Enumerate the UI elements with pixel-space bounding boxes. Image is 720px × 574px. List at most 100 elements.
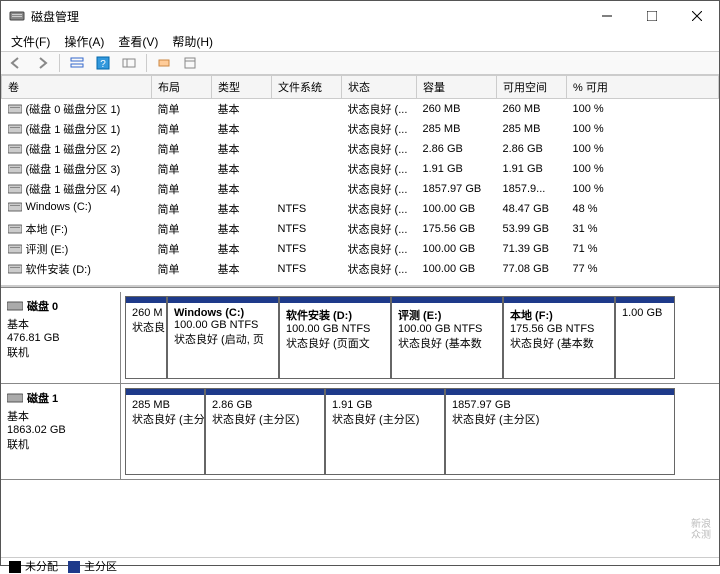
partition-status: 状态良	[132, 319, 160, 335]
table-row[interactable]: (磁盘 1 磁盘分区 3)简单基本状态良好 (...1.91 GB1.91 GB…	[2, 159, 719, 179]
col-volume[interactable]: 卷	[2, 76, 152, 99]
view-graphical-button[interactable]	[118, 52, 140, 74]
volume-name: (磁盘 1 磁盘分区 2)	[26, 141, 121, 157]
volume-icon	[8, 164, 22, 174]
cell-pct: 100 %	[567, 99, 719, 120]
partition[interactable]: 软件安装 (D:)100.00 GB NTFS状态良好 (页面文	[279, 296, 391, 379]
column-header-row[interactable]: 卷 布局 类型 文件系统 状态 容量 可用空间 % 可用	[2, 76, 719, 99]
partition[interactable]: 本地 (F:)175.56 GB NTFS状态良好 (基本数	[503, 296, 615, 379]
volume-name: (磁盘 1 磁盘分区 3)	[26, 161, 121, 177]
table-row[interactable]: 本地 (F:)简单基本NTFS状态良好 (...175.56 GB53.99 G…	[2, 219, 719, 239]
cell-status: 状态良好 (...	[342, 99, 417, 120]
cell-type: 基本	[212, 179, 272, 199]
close-button[interactable]	[674, 1, 719, 31]
refresh-button[interactable]	[179, 52, 201, 74]
cell-type: 基本	[212, 219, 272, 239]
cell-capacity: 285 MB	[417, 119, 497, 139]
partition-stripe	[126, 389, 204, 395]
cell-layout: 简单	[152, 239, 212, 259]
volume-icon	[8, 224, 22, 234]
app-icon	[9, 8, 25, 24]
maximize-button[interactable]	[629, 1, 674, 31]
table-row[interactable]: 评测 (E:)简单基本NTFS状态良好 (...100.00 GB71.39 G…	[2, 239, 719, 259]
view-list-button[interactable]	[66, 52, 88, 74]
partition[interactable]: 1857.97 GB状态良好 (主分区)	[445, 388, 675, 475]
disk-graphical-pane[interactable]: 磁盘 0 基本 476.81 GB 联机 260 M状态良Windows (C:…	[1, 287, 719, 557]
partition[interactable]: 285 MB状态良好 (主分	[125, 388, 205, 475]
cell-layout: 简单	[152, 99, 212, 120]
menu-view[interactable]: 查看(V)	[112, 31, 164, 52]
partition-size: 1.91 GB	[332, 399, 438, 411]
cell-type: 基本	[212, 159, 272, 179]
col-status[interactable]: 状态	[342, 76, 417, 99]
partition-stripe	[206, 389, 324, 395]
disk-size: 476.81 GB	[7, 332, 114, 344]
col-free[interactable]: 可用空间	[497, 76, 567, 99]
cell-type: 基本	[212, 139, 272, 159]
legend-primary: 主分区	[68, 558, 117, 574]
partition-status: 状态良好 (主分区)	[212, 411, 318, 427]
partition-size: 285 MB	[132, 399, 198, 411]
disk-header-0[interactable]: 磁盘 0 基本 476.81 GB 联机	[1, 292, 121, 383]
cell-status: 状态良好 (...	[342, 119, 417, 139]
partition[interactable]: 2.86 GB状态良好 (主分区)	[205, 388, 325, 475]
table-row[interactable]: Windows (C:)简单基本NTFS状态良好 (...100.00 GB48…	[2, 199, 719, 219]
partition[interactable]: 1.91 GB状态良好 (主分区)	[325, 388, 445, 475]
partition[interactable]: 评测 (E:)100.00 GB NTFS状态良好 (基本数	[391, 296, 503, 379]
cell-capacity: 2.86 GB	[417, 139, 497, 159]
toolbar-separator	[59, 54, 60, 72]
svg-text:?: ?	[100, 59, 106, 70]
partition-title: 本地 (F:)	[510, 307, 608, 323]
table-row[interactable]: (磁盘 0 磁盘分区 1)简单基本状态良好 (...260 MB260 MB10…	[2, 99, 719, 120]
cell-fs	[272, 179, 342, 199]
properties-button[interactable]	[153, 52, 175, 74]
table-row[interactable]: (磁盘 1 磁盘分区 1)简单基本状态良好 (...285 MB285 MB10…	[2, 119, 719, 139]
disk-header-1[interactable]: 磁盘 1 基本 1863.02 GB 联机	[1, 384, 121, 479]
disk-type: 基本	[7, 316, 114, 332]
disk-status: 联机	[7, 436, 114, 452]
col-layout[interactable]: 布局	[152, 76, 212, 99]
disk-partitions-1: 285 MB状态良好 (主分2.86 GB状态良好 (主分区)1.91 GB状态…	[121, 384, 719, 479]
cell-status: 状态良好 (...	[342, 159, 417, 179]
disk-status: 联机	[7, 344, 114, 360]
partition-status: 状态良好 (主分区)	[452, 411, 668, 427]
col-type[interactable]: 类型	[212, 76, 272, 99]
cell-layout: 简单	[152, 179, 212, 199]
cell-pct: 100 %	[567, 179, 719, 199]
cell-layout: 简单	[152, 199, 212, 219]
volume-name: 本地 (F:)	[26, 221, 68, 237]
table-row[interactable]: (磁盘 1 磁盘分区 4)简单基本状态良好 (...1857.97 GB1857…	[2, 179, 719, 199]
partition[interactable]: 1.00 GB	[615, 296, 675, 379]
menu-action[interactable]: 操作(A)	[58, 31, 110, 52]
disk-name: 磁盘 1	[27, 390, 58, 406]
titlebar[interactable]: 磁盘管理	[1, 1, 719, 31]
cell-capacity: 100.00 GB	[417, 259, 497, 279]
table-row[interactable]: (磁盘 1 磁盘分区 2)简单基本状态良好 (...2.86 GB2.86 GB…	[2, 139, 719, 159]
partition-status: 状态良好 (基本数	[510, 335, 608, 351]
col-pctfree[interactable]: % 可用	[567, 76, 719, 99]
volume-list-pane[interactable]: 卷 布局 类型 文件系统 状态 容量 可用空间 % 可用 (磁盘 0 磁盘分区 …	[1, 75, 719, 285]
cell-status: 状态良好 (...	[342, 179, 417, 199]
forward-button[interactable]	[31, 52, 53, 74]
minimize-button[interactable]	[584, 1, 629, 31]
cell-free: 77.08 GB	[497, 259, 567, 279]
menu-file[interactable]: 文件(F)	[5, 31, 56, 52]
col-fs[interactable]: 文件系统	[272, 76, 342, 99]
help-button[interactable]: ?	[92, 52, 114, 74]
legend-unallocated: 未分配	[9, 558, 58, 574]
cell-layout: 简单	[152, 139, 212, 159]
partition-size: 2.86 GB	[212, 399, 318, 411]
col-capacity[interactable]: 容量	[417, 76, 497, 99]
disk-block-1: 磁盘 1 基本 1863.02 GB 联机 285 MB状态良好 (主分2.86…	[1, 384, 719, 480]
cell-pct: 71 %	[567, 239, 719, 259]
disk-size: 1863.02 GB	[7, 424, 114, 436]
partition[interactable]: Windows (C:)100.00 GB NTFS状态良好 (启动, 页	[167, 296, 279, 379]
cell-pct: 77 %	[567, 259, 719, 279]
menu-help[interactable]: 帮助(H)	[166, 31, 219, 52]
table-row[interactable]: 软件安装 (D:)简单基本NTFS状态良好 (...100.00 GB77.08…	[2, 259, 719, 279]
partition[interactable]: 260 M状态良	[125, 296, 167, 379]
volume-name: (磁盘 1 磁盘分区 1)	[26, 121, 121, 137]
cell-free: 2.86 GB	[497, 139, 567, 159]
back-button[interactable]	[5, 52, 27, 74]
partition-stripe	[616, 297, 674, 303]
